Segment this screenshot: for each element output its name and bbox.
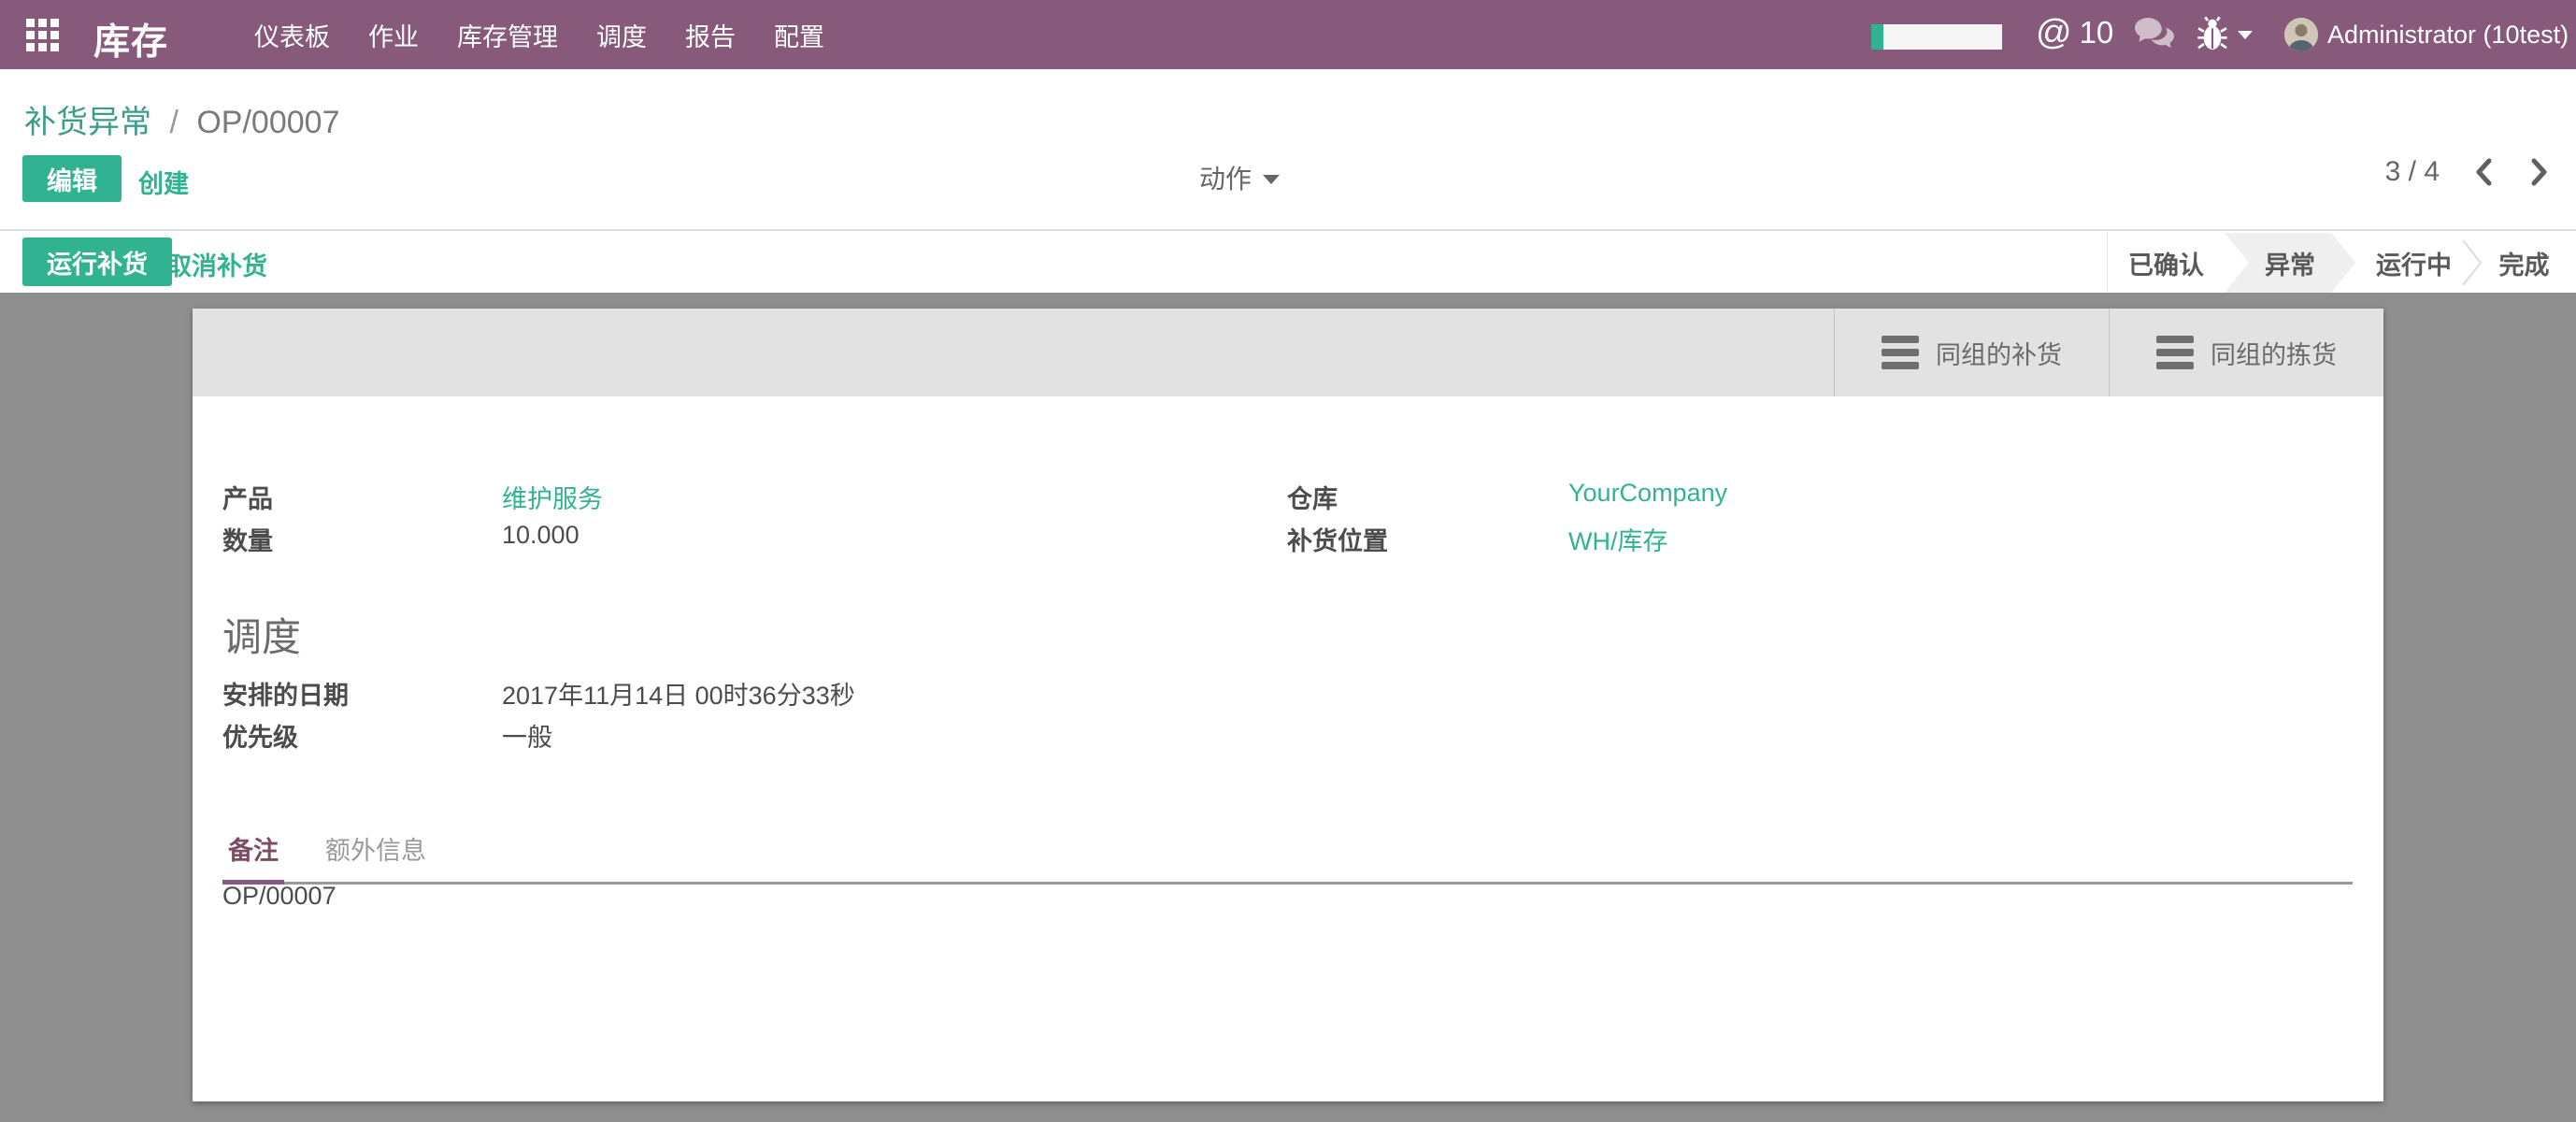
- status-step-confirmed[interactable]: 已确认: [2108, 233, 2225, 293]
- field-value-priority: 一般: [502, 717, 552, 754]
- user-name-label: Administrator (10test): [2327, 21, 2569, 50]
- top-navbar: 库存 仪表板 作业 库存管理 调度 报告 配置 @ 10: [0, 0, 2576, 69]
- field-value-scheduled-date: 2017年11月14日 00时36分33秒: [502, 675, 855, 712]
- menu-item-dashboard[interactable]: 仪表板: [254, 17, 330, 53]
- activities-menu[interactable]: @ 10: [2036, 14, 2113, 51]
- field-label-procurement-location: 补货位置: [1287, 521, 1388, 557]
- actions-label: 动作: [1199, 159, 1252, 196]
- tab-notes[interactable]: 备注: [222, 821, 284, 885]
- field-value-warehouse-link[interactable]: YourCompany: [1568, 479, 1727, 508]
- stat-button-label: 同组的拣货: [2211, 335, 2337, 371]
- field-label-warehouse: 仓库: [1287, 479, 1338, 515]
- record-pager: 3 / 4: [2385, 155, 2552, 189]
- stat-buttons: 同组的补货 同组的拣货: [1834, 309, 2383, 396]
- run-procurement-button[interactable]: 运行补货: [22, 237, 172, 286]
- pager-value: 3 / 4: [2385, 156, 2440, 188]
- form-statusbar: 运行补货 取消补货 已确认 异常 运行中 完成: [0, 233, 2576, 293]
- main-menu: 仪表板 作业 库存管理 调度 报告 配置: [254, 0, 824, 69]
- breadcrumb-parent-link[interactable]: 补货异常: [24, 105, 151, 140]
- messages-menu[interactable]: [2133, 0, 2176, 69]
- create-button[interactable]: 创建: [138, 164, 189, 200]
- person-photo-icon: [2284, 18, 2318, 51]
- list-lines-icon: [2156, 336, 2194, 369]
- note-content: OP/00007: [222, 882, 336, 911]
- form-view-background: 同组的补货 同组的拣货 产品 维护服务 数量 10.000 仓库 YourCom…: [0, 293, 2576, 1122]
- chevron-left-icon: [2471, 155, 2496, 189]
- field-value-procurement-location-link[interactable]: WH/库存: [1568, 521, 1667, 557]
- app-window: 库存 仪表板 作业 库存管理 调度 报告 配置 @ 10: [0, 0, 2576, 1122]
- chat-bubble-icon: [2133, 16, 2176, 53]
- field-value-product-link[interactable]: 维护服务: [502, 479, 603, 515]
- field-label-product: 产品: [222, 479, 273, 515]
- menu-item-operations[interactable]: 作业: [368, 17, 419, 53]
- actions-dropdown[interactable]: 动作: [1199, 159, 1280, 196]
- stat-button-label: 同组的补货: [1936, 335, 2062, 371]
- breadcrumb-separator: /: [169, 105, 178, 140]
- bug-icon: [2197, 16, 2228, 53]
- menu-item-schedulers[interactable]: 调度: [596, 17, 647, 53]
- menu-item-inventory-control[interactable]: 库存管理: [457, 17, 558, 53]
- form-sheet: 同组的补货 同组的拣货 产品 维护服务 数量 10.000 仓库 YourCom…: [193, 309, 2383, 1101]
- status-pipeline: 已确认 异常 运行中 完成: [2107, 233, 2576, 293]
- apps-menu-icon[interactable]: [26, 19, 61, 51]
- group-pickings-button[interactable]: 同组的拣货: [2109, 309, 2383, 396]
- menu-item-reporting[interactable]: 报告: [685, 17, 736, 53]
- menu-item-configuration[interactable]: 配置: [774, 17, 824, 53]
- user-avatar[interactable]: [2284, 18, 2318, 51]
- list-lines-icon: [1882, 336, 1919, 369]
- status-step-exception[interactable]: 异常: [2225, 233, 2355, 293]
- at-icon: @: [2036, 14, 2072, 51]
- chevron-right-icon: [2527, 155, 2552, 189]
- pager-next-button[interactable]: [2527, 155, 2552, 189]
- sheet-button-box: 同组的补货 同组的拣货: [193, 309, 2383, 396]
- breadcrumb: 补货异常 / OP/00007: [24, 96, 339, 142]
- field-label-quantity: 数量: [222, 521, 273, 557]
- debug-menu[interactable]: [2197, 0, 2253, 69]
- chevron-separator-icon: [2460, 237, 2484, 288]
- app-title[interactable]: 库存: [93, 13, 168, 65]
- group-procurements-button[interactable]: 同组的补货: [1834, 309, 2109, 396]
- notebook-tabs: 备注 额外信息: [222, 821, 2353, 885]
- chevron-down-icon: [1263, 175, 1280, 184]
- field-label-scheduled-date: 安排的日期: [222, 675, 349, 712]
- progress-fill: [1871, 24, 1883, 50]
- status-step-running[interactable]: 运行中: [2355, 233, 2472, 293]
- status-step-label: 运行中: [2376, 245, 2452, 281]
- field-label-priority: 优先级: [222, 717, 298, 754]
- section-title-scheduling: 调度: [222, 606, 301, 663]
- user-menu[interactable]: Administrator (10test): [2327, 0, 2576, 69]
- pager-previous-button[interactable]: [2471, 155, 2496, 189]
- field-value-quantity: 10.000: [502, 521, 580, 550]
- cancel-procurement-button[interactable]: 取消补货: [166, 246, 267, 282]
- tab-extra-information[interactable]: 额外信息: [320, 821, 432, 882]
- chevron-down-icon: [2238, 31, 2253, 39]
- status-step-done[interactable]: 完成: [2472, 233, 2576, 293]
- breadcrumb-current: OP/00007: [196, 105, 339, 140]
- control-panel: 补货异常 / OP/00007 编辑 创建 动作 3 / 4: [0, 69, 2576, 231]
- edit-button[interactable]: 编辑: [22, 155, 122, 202]
- activities-count: 10: [2080, 15, 2114, 50]
- systray-progress-bar[interactable]: [1871, 24, 2002, 50]
